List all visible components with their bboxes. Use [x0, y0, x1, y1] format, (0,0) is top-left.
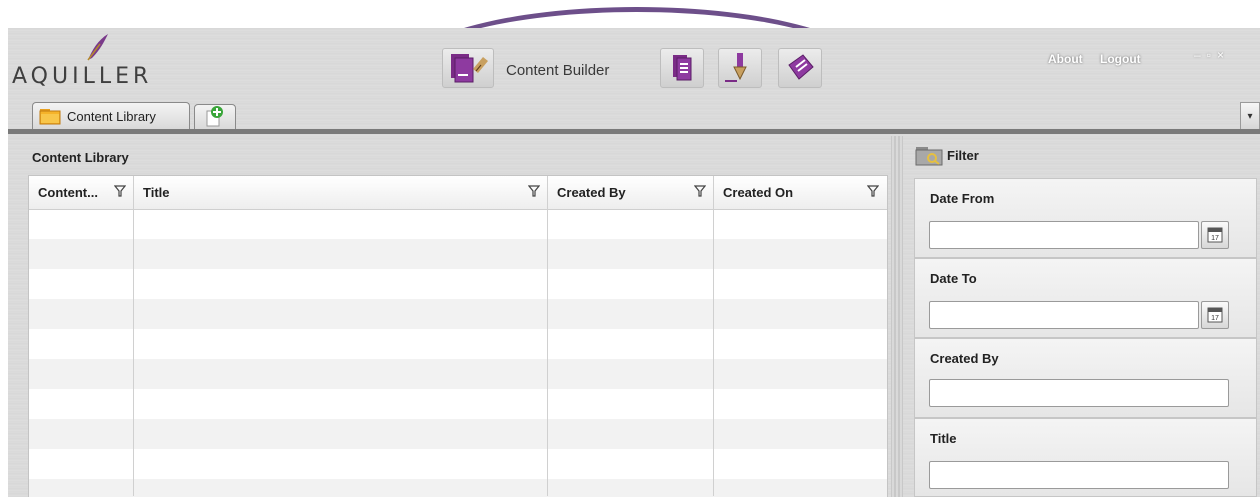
column-created-by	[548, 176, 714, 496]
restore-icon[interactable]: ▫	[1207, 48, 1217, 62]
new-tab-button[interactable]	[194, 104, 236, 130]
edit-document-button[interactable]	[778, 48, 822, 88]
logout-link[interactable]: Logout	[1100, 52, 1141, 66]
filter-icon[interactable]	[528, 185, 540, 197]
logo-text: AQUILLER	[12, 64, 153, 89]
column-title	[134, 176, 548, 496]
header-label: Content...	[38, 185, 98, 200]
tab-content-library[interactable]: Content Library	[32, 102, 190, 130]
calendar-icon: 17	[1207, 227, 1223, 243]
filter-folder-icon	[915, 147, 943, 166]
content-builder-button[interactable]	[442, 48, 494, 88]
filter-created-by: Created By	[914, 338, 1257, 418]
filter-date-from: Date From 17	[914, 178, 1257, 258]
calendar-day: 17	[1211, 315, 1219, 322]
minimize-icon[interactable]: –	[1194, 48, 1207, 62]
top-links: About Logout	[1048, 52, 1155, 66]
header-label: Title	[143, 185, 170, 200]
column-created-on	[714, 176, 887, 496]
filter-label: Title	[930, 431, 957, 446]
header-title[interactable]: Title	[134, 176, 548, 209]
tabbar-divider	[8, 129, 1260, 134]
filter-label: Created By	[930, 351, 999, 366]
filter-title: Filter	[947, 148, 979, 163]
title-input[interactable]	[929, 461, 1229, 489]
folder-icon	[39, 109, 61, 125]
content-builder-icon	[451, 54, 488, 83]
calendar-icon: 17	[1207, 307, 1223, 323]
filter-icon[interactable]	[114, 185, 126, 197]
edit-document-icon	[788, 54, 814, 80]
panel-title: Content Library	[32, 150, 129, 165]
panel-splitter[interactable]	[891, 136, 903, 497]
header-created-on[interactable]: Created On	[714, 176, 887, 209]
date-from-calendar-button[interactable]: 17	[1201, 221, 1229, 249]
content-grid: Content... Title Created By Created On	[28, 175, 888, 497]
filter-label: Date From	[930, 191, 995, 206]
header-content[interactable]: Content...	[29, 176, 134, 209]
pen-nib-icon	[725, 53, 747, 82]
calendar-day: 17	[1211, 235, 1219, 242]
header-created-by[interactable]: Created By	[548, 176, 714, 209]
header-label: Created By	[557, 185, 626, 200]
header-label: Created On	[723, 185, 794, 200]
tab-overflow-button[interactable]: ▾	[1240, 102, 1260, 130]
pen-button[interactable]	[718, 48, 762, 88]
filter-label: Date To	[930, 271, 977, 286]
date-from-input[interactable]	[929, 221, 1199, 249]
add-document-icon	[206, 106, 223, 127]
close-icon[interactable]: ×	[1217, 48, 1230, 62]
window-controls: –▫×	[1194, 48, 1230, 62]
content-builder-label[interactable]: Content Builder	[506, 62, 609, 79]
date-to-calendar-button[interactable]: 17	[1201, 301, 1229, 329]
feather-icon	[87, 34, 108, 61]
tab-label: Content Library	[67, 109, 156, 124]
created-by-input[interactable]	[929, 379, 1229, 407]
filter-date-to: Date To 17	[914, 258, 1257, 338]
app-window: AQUILLER Content Builder About Logout –▫…	[8, 28, 1260, 497]
date-to-input[interactable]	[929, 301, 1199, 329]
filter-title-box: Title	[914, 418, 1257, 497]
filter-icon[interactable]	[694, 185, 706, 197]
filter-icon[interactable]	[867, 185, 879, 197]
column-content	[29, 176, 134, 496]
logo: AQUILLER	[10, 30, 170, 98]
about-link[interactable]: About	[1048, 52, 1083, 66]
documents-icon	[673, 55, 692, 81]
documents-button[interactable]	[660, 48, 704, 88]
